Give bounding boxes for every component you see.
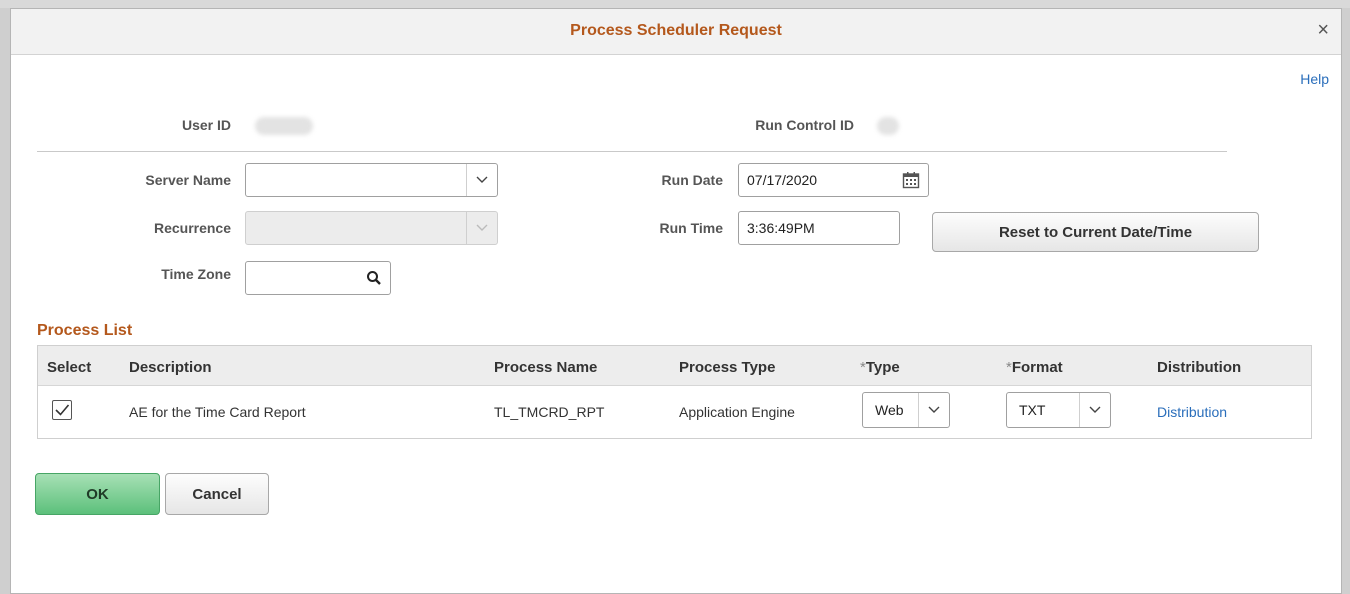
col-type-label: Type [865,359,900,376]
run-control-id-label: Run Control ID [755,117,854,133]
format-value: TXT [1019,402,1046,418]
checkmark-icon [55,404,70,416]
user-id-value-redacted [255,117,313,135]
run-date-label: Run Date [661,172,723,188]
background-window-right [1342,8,1350,594]
cancel-button[interactable]: Cancel [165,473,269,515]
background-window-strip [0,0,1350,8]
server-name-dropdown[interactable] [245,163,498,197]
recurrence-label: Recurrence [153,220,231,236]
run-time-value: 3:36:49PM [747,220,815,236]
chevron-down-icon [466,212,497,244]
search-icon[interactable] [366,270,382,289]
row-description: AE for the Time Card Report [129,404,306,420]
header-divider [37,151,1227,152]
chevron-down-icon[interactable] [918,393,949,427]
chevron-down-icon[interactable] [466,164,497,196]
reset-date-time-button[interactable]: Reset to Current Date/Time [932,212,1259,252]
run-date-value: 07/17/2020 [747,172,818,188]
time-zone-input[interactable] [245,261,391,295]
calendar-icon[interactable] [902,171,920,192]
process-list-grid: Select Description Process Name Process … [37,345,1312,439]
run-date-input[interactable]: 07/17/2020 [738,163,929,197]
server-name-label: Server Name [145,172,231,188]
dialog-titlebar: Process Scheduler Request × [11,9,1341,55]
background-window-left [0,8,10,594]
col-process-name: Process Name [494,359,598,376]
ok-button[interactable]: OK [35,473,160,515]
user-id-label: User ID [181,117,231,133]
process-list-title: Process List [37,322,133,339]
type-dropdown[interactable]: Web [862,392,950,428]
format-dropdown[interactable]: TXT [1006,392,1111,428]
help-link[interactable]: Help [1300,71,1329,87]
run-time-input[interactable]: 3:36:49PM [738,211,900,245]
col-distribution: Distribution [1157,359,1242,376]
col-select: Select [47,359,92,376]
col-type: *Type [860,359,900,376]
col-format-label: Format [1011,359,1063,376]
close-icon[interactable]: × [1317,19,1329,42]
distribution-link[interactable]: Distribution [1157,404,1227,420]
run-time-label: Run Time [659,220,723,236]
col-process-type: Process Type [679,359,776,376]
time-zone-label: Time Zone [161,266,231,282]
row-process-name: TL_TMCRD_RPT [494,404,605,420]
row-process-type: Application Engine [679,404,795,420]
process-list-header: Select Description Process Name Process … [38,346,1311,386]
run-control-id-value-redacted [877,117,899,135]
process-scheduler-dialog: Process Scheduler Request × Help User ID… [10,8,1342,594]
col-format: *Format [1006,359,1063,376]
type-value: Web [875,402,904,418]
select-checkbox[interactable] [52,400,72,420]
col-description: Description [129,359,212,376]
chevron-down-icon[interactable] [1079,393,1110,427]
recurrence-dropdown[interactable] [245,211,498,245]
dialog-title: Process Scheduler Request [570,22,782,39]
